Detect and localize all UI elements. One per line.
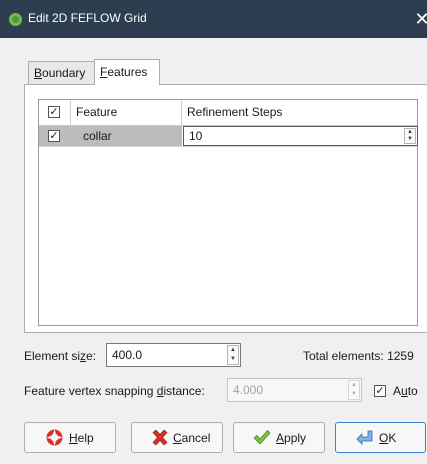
close-button[interactable]: ✕	[411, 6, 427, 32]
ok-rest: K	[388, 431, 397, 445]
x-mark-icon	[150, 428, 169, 447]
ok-button-label: OK	[379, 431, 396, 445]
tab-boundary[interactable]: Boundary	[28, 61, 95, 84]
table-header: ✓ Feature Refinement Steps	[39, 100, 417, 126]
vertex-snapping-label: Feature vertex snapping distance:	[24, 384, 205, 398]
header-checkbox[interactable]: ✓	[48, 106, 60, 118]
auto-checkbox[interactable]: ✓	[374, 385, 386, 397]
total-elements-label: Total elements:	[303, 349, 384, 363]
element-size-label-post: e:	[86, 349, 97, 363]
cancel-button[interactable]: Cancel	[131, 422, 223, 453]
title-bar: Edit 2D FEFLOW Grid ✕	[0, 0, 427, 38]
total-elements-value: 1259	[387, 349, 414, 363]
cancel-rest: ancel	[181, 431, 211, 445]
row-checkbox[interactable]: ✓	[48, 130, 60, 142]
element-size-field[interactable]	[107, 344, 225, 366]
help-button[interactable]: Help	[24, 422, 116, 453]
total-elements-text: Total elements: 1259	[303, 349, 414, 363]
enter-arrow-icon	[355, 428, 374, 447]
vertex-snapping-label-post: istance:	[163, 384, 205, 398]
column-header-feature[interactable]: Feature	[71, 100, 182, 126]
auto-label-mnemonic: u	[401, 384, 408, 398]
ok-mnemonic: O	[379, 431, 389, 445]
vertex-snapping-spinner[interactable]: ▲ ▼	[348, 380, 360, 400]
element-size-label: Element size:	[24, 349, 96, 363]
window-title: Edit 2D FEFLOW Grid	[28, 11, 147, 25]
help-mnemonic: H	[69, 431, 78, 445]
table-row[interactable]: ✓ collar ▲▼	[39, 126, 418, 147]
auto-label-post: to	[407, 384, 418, 398]
element-size-label-pre: Element si	[24, 349, 81, 363]
vertex-snapping-input[interactable]: ▲▼	[227, 378, 362, 402]
tab-features-label: eatures	[107, 65, 148, 79]
auto-label: Auto	[393, 384, 418, 398]
header-check-cell: ✓	[39, 100, 71, 126]
apply-button[interactable]: Apply	[233, 422, 325, 453]
features-tab-panel: ✓ Feature Refinement Steps ✓ collar ▲▼	[24, 84, 427, 333]
column-header-refinement-steps[interactable]: Refinement Steps	[182, 100, 419, 126]
help-button-label: Help	[69, 431, 94, 445]
cancel-mnemonic: C	[173, 431, 182, 445]
tab-features[interactable]: Features	[94, 59, 160, 85]
apply-mnemonic: A	[276, 431, 285, 445]
tab-boundary-mnemonic: B	[34, 66, 43, 80]
element-size-spinner[interactable]: ▲ ▼	[227, 345, 239, 365]
lifebuoy-icon	[45, 428, 64, 447]
apply-button-label: Apply	[276, 431, 306, 445]
apply-rest: pply	[284, 431, 307, 445]
checkmark-icon	[252, 428, 271, 447]
vertex-snapping-field[interactable]	[228, 379, 346, 401]
refinement-steps-field[interactable]	[184, 127, 399, 145]
element-size-input[interactable]: ▲▼	[106, 343, 241, 367]
auto-label-pre: A	[393, 384, 402, 398]
refinement-steps-spinner[interactable]: ▲ ▼	[404, 128, 416, 144]
refinement-steps-input[interactable]: ▲▼	[183, 126, 418, 146]
ok-button[interactable]: OK	[335, 422, 426, 453]
features-table: ✓ Feature Refinement Steps ✓ collar ▲▼	[38, 99, 418, 326]
feature-name-cell: collar	[83, 129, 112, 143]
app-logo-icon	[9, 13, 22, 26]
help-rest: elp	[77, 431, 94, 445]
cancel-button-label: Cancel	[173, 431, 210, 445]
tab-boundary-label: oundary	[42, 66, 86, 80]
vertex-snapping-label-pre: Feature vertex snapping	[24, 384, 157, 398]
